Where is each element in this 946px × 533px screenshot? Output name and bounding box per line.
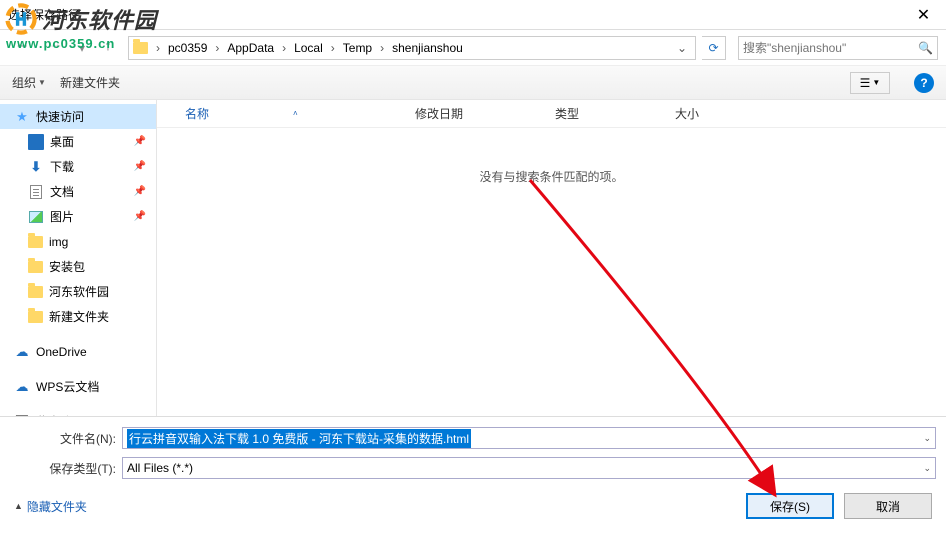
sidebar-downloads[interactable]: ⬇下载📌 bbox=[0, 154, 156, 179]
file-list-area: 名称˄ 修改日期 类型 大小 没有与搜索条件匹配的项。 bbox=[157, 100, 946, 416]
sidebar: ★快速访问 桌面📌 ⬇下载📌 文档📌 图片📌 img 安装包 河东软件园 新建文… bbox=[0, 100, 157, 416]
chevron-right-icon: › bbox=[280, 41, 288, 55]
sidebar-img[interactable]: img bbox=[0, 229, 156, 254]
sidebar-onedrive[interactable]: ☁OneDrive bbox=[0, 339, 156, 364]
sidebar-pictures[interactable]: 图片📌 bbox=[0, 204, 156, 229]
col-size[interactable]: 大小 bbox=[667, 105, 747, 122]
pin-icon: 📌 bbox=[134, 161, 146, 172]
document-icon bbox=[28, 184, 44, 200]
crumb-item[interactable]: Temp bbox=[337, 37, 378, 59]
hide-folders-button[interactable]: ▲隐藏文件夹 bbox=[14, 498, 87, 515]
star-icon: ★ bbox=[14, 109, 30, 125]
filetype-label: 保存类型(T): bbox=[10, 460, 122, 477]
history-dropdown[interactable]: ▾ bbox=[76, 41, 88, 55]
close-button[interactable]: ✕ bbox=[901, 0, 946, 30]
organize-button[interactable]: 组织▼ bbox=[12, 74, 46, 91]
crumb-item[interactable]: pc0359 bbox=[162, 37, 213, 59]
window-title: 选择保存路径 bbox=[8, 6, 80, 23]
sidebar-thispc[interactable]: 🖥此电脑 bbox=[0, 409, 156, 416]
breadcrumb-dropdown[interactable]: ⌄ bbox=[673, 41, 691, 55]
save-button[interactable]: 保存(S) bbox=[746, 493, 834, 519]
view-button[interactable]: ☰▼ bbox=[850, 72, 890, 94]
pin-icon: 📌 bbox=[134, 211, 146, 222]
search-icon[interactable]: 🔍 bbox=[918, 41, 933, 55]
refresh-button[interactable]: ⟳ bbox=[702, 36, 726, 60]
view-icon: ☰ bbox=[860, 76, 871, 90]
crumb-item[interactable]: AppData bbox=[221, 37, 280, 59]
chevron-right-icon: › bbox=[378, 41, 386, 55]
filename-label: 文件名(N): bbox=[10, 430, 122, 447]
search-box[interactable]: 🔍 bbox=[738, 36, 938, 60]
cancel-button[interactable]: 取消 bbox=[844, 493, 932, 519]
sidebar-wps[interactable]: ☁WPS云文档 bbox=[0, 374, 156, 399]
chevron-right-icon: › bbox=[329, 41, 337, 55]
desktop-icon bbox=[28, 134, 44, 150]
sidebar-desktop[interactable]: 桌面📌 bbox=[0, 129, 156, 154]
filename-input[interactable]: 行云拼音双输入法下载 1.0 免费版 - 河东下载站-采集的数据.html ⌄ bbox=[122, 427, 936, 449]
col-date[interactable]: 修改日期 bbox=[407, 105, 547, 122]
toolbar: 组织▼ 新建文件夹 ☰▼ ? bbox=[0, 66, 946, 100]
col-name[interactable]: 名称˄ bbox=[177, 105, 407, 122]
chevron-down-icon[interactable]: ⌄ bbox=[923, 433, 931, 444]
sidebar-pkg[interactable]: 安装包 bbox=[0, 254, 156, 279]
chevron-down-icon[interactable]: ⌄ bbox=[923, 463, 931, 474]
sidebar-quick-access[interactable]: ★快速访问 bbox=[0, 104, 156, 129]
folder-icon bbox=[28, 286, 43, 298]
cloud-icon: ☁ bbox=[14, 379, 30, 395]
triangle-up-icon: ▲ bbox=[14, 501, 23, 511]
up-button[interactable]: 🠕 bbox=[94, 36, 122, 60]
back-button[interactable]: 🠔 bbox=[8, 36, 36, 60]
search-input[interactable] bbox=[743, 41, 918, 55]
picture-icon bbox=[28, 209, 44, 225]
col-type[interactable]: 类型 bbox=[547, 105, 667, 122]
filename-value: 行云拼音双输入法下载 1.0 免费版 - 河东下载站-采集的数据.html bbox=[127, 429, 471, 448]
crumb-item[interactable]: Local bbox=[288, 37, 329, 59]
nav-bar: 🠔 🠖 ▾ 🠕 › pc0359 › AppData › Local › Tem… bbox=[0, 30, 946, 66]
empty-message: 没有与搜索条件匹配的项。 bbox=[157, 168, 946, 185]
folder-icon bbox=[28, 261, 43, 273]
forward-button: 🠖 bbox=[42, 36, 70, 60]
breadcrumb[interactable]: › pc0359 › AppData › Local › Temp › shen… bbox=[128, 36, 696, 60]
filetype-select[interactable]: All Files (*.*) ⌄ bbox=[122, 457, 936, 479]
pin-icon: 📌 bbox=[134, 186, 146, 197]
sidebar-newfolder[interactable]: 新建文件夹 bbox=[0, 304, 156, 329]
sidebar-documents[interactable]: 文档📌 bbox=[0, 179, 156, 204]
pin-icon: 📌 bbox=[134, 136, 146, 147]
sidebar-hd[interactable]: 河东软件园 bbox=[0, 279, 156, 304]
help-button[interactable]: ? bbox=[914, 73, 934, 93]
column-headers: 名称˄ 修改日期 类型 大小 bbox=[157, 100, 946, 128]
download-icon: ⬇ bbox=[28, 159, 44, 175]
cloud-icon: ☁ bbox=[14, 344, 30, 360]
title-bar: 选择保存路径 ✕ bbox=[0, 0, 946, 30]
pc-icon: 🖥 bbox=[14, 414, 30, 417]
filetype-value: All Files (*.*) bbox=[127, 461, 193, 475]
crumb-item[interactable]: shenjianshou bbox=[386, 37, 469, 59]
chevron-right-icon: › bbox=[213, 41, 221, 55]
new-folder-button[interactable]: 新建文件夹 bbox=[60, 74, 120, 91]
folder-icon bbox=[133, 42, 148, 54]
folder-icon bbox=[28, 236, 43, 248]
folder-icon bbox=[28, 311, 43, 323]
chevron-right-icon: › bbox=[154, 41, 162, 55]
sort-asc-icon: ˄ bbox=[293, 109, 298, 118]
